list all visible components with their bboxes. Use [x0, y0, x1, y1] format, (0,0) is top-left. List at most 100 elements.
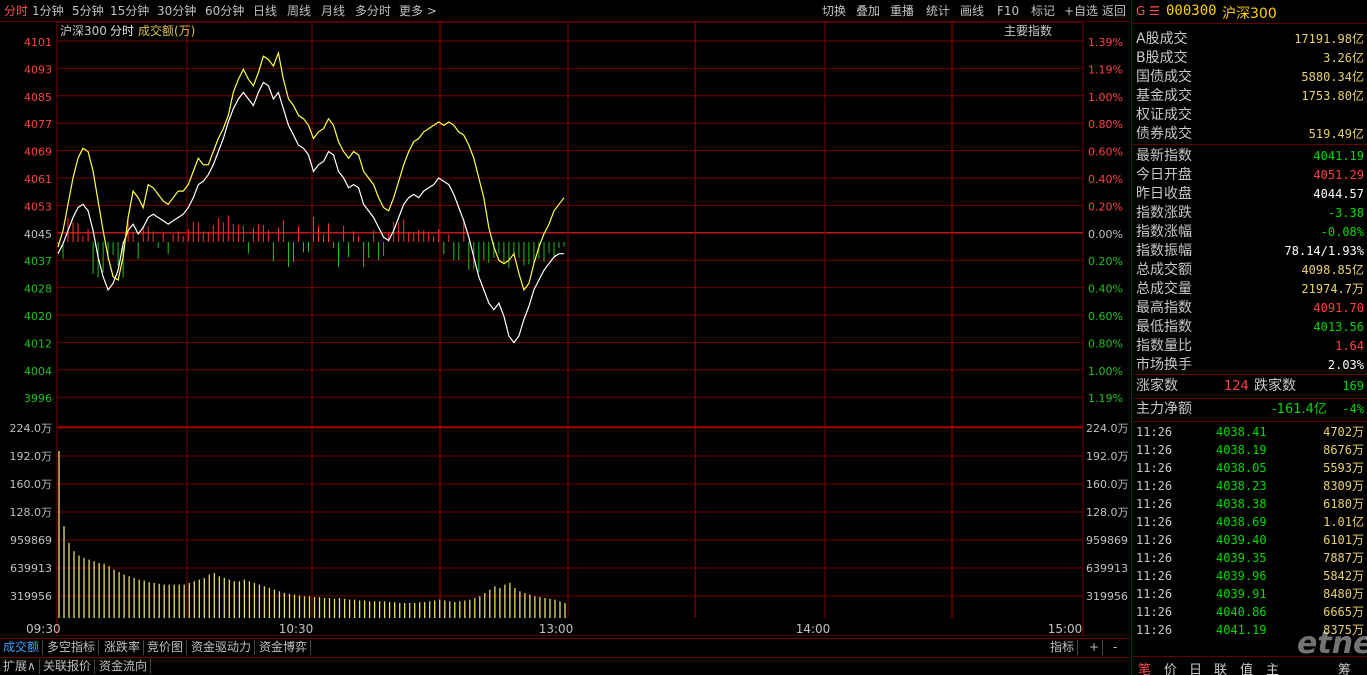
quote-label: 总成交量 — [1136, 281, 1192, 297]
mainforce-row: 主力净额 -161.4亿 -4% — [1132, 400, 1367, 419]
tab-main[interactable]: 主 — [1266, 659, 1279, 675]
tick-row: 11:26 4039.40 6101万 — [1132, 531, 1367, 549]
percent-tick-label: 1.19% — [1088, 63, 1123, 76]
indicator-button[interactable]: 指标 — [1047, 640, 1079, 655]
tick-price: 4038.23 — [1216, 479, 1267, 493]
period-tab-weekly[interactable]: 周线 — [287, 4, 311, 18]
tick-time: 11:26 — [1136, 515, 1173, 529]
period-tab-60min[interactable]: 60分钟 — [205, 4, 244, 18]
overlay-button[interactable]: 叠加 — [856, 4, 880, 18]
back-button[interactable]: 返回 — [1102, 4, 1126, 18]
quote-label: 最新指数 — [1136, 148, 1192, 164]
quote-label: B股成交 — [1136, 50, 1188, 66]
volume-tick-label: 639913 — [10, 562, 52, 575]
volume-tick-label-right: 959869 — [1086, 534, 1128, 547]
quote-label: 市场换手 — [1136, 357, 1192, 373]
quote-row: 指数振幅 78.14/1.93% — [1132, 242, 1367, 261]
tab-capital-game[interactable]: 资金博弈 — [256, 640, 312, 655]
stock-name: 沪深300 — [1222, 6, 1277, 22]
period-tab-30min[interactable]: 30分钟 — [157, 4, 196, 18]
tick-row: 11:26 4039.96 5842万 — [1132, 567, 1367, 585]
menu-icon[interactable]: G ☰ — [1136, 4, 1160, 18]
tick-volume: 6101万 — [1323, 533, 1364, 547]
quote-row: 指数涨幅 -0.08% — [1132, 223, 1367, 242]
tick-volume: 8309万 — [1323, 479, 1364, 493]
period-tab-multi-intraday[interactable]: 多分时 — [355, 4, 391, 18]
tick-price: 4039.96 — [1216, 569, 1267, 583]
percent-tick-label: 0.20% — [1088, 255, 1123, 268]
tab-capital-drive[interactable]: 资金驱动力 — [188, 640, 256, 655]
down-count-label: 跌家数 — [1254, 378, 1296, 394]
intraday-chart[interactable]: 沪深300 分时 成交额(万) 主要指数 4101 4093 4085 4077 406… — [0, 22, 1130, 636]
quote-value: -3.38 — [1327, 206, 1364, 220]
volume-tick-label-right: 128.0万 — [1086, 506, 1129, 519]
f10-button[interactable]: F10 — [997, 4, 1019, 18]
percent-tick-label: 0.00% — [1088, 228, 1123, 241]
quote-value: 78.14/1.93% — [1284, 244, 1364, 258]
quote-label: 债券成交 — [1136, 126, 1192, 142]
tab-related-quotes[interactable]: 关联报价 — [40, 659, 96, 674]
tick-row: 11:26 4038.69 1.01亿 — [1132, 513, 1367, 531]
tick-price: 4039.91 — [1216, 587, 1267, 601]
tab-ticks[interactable]: 笔 — [1138, 659, 1151, 675]
extension-tabs: 扩展∧ 关联报价 资金流向 — [0, 657, 1130, 675]
price-tick-label: 4037 — [24, 255, 52, 268]
zoom-out-button[interactable]: - — [1110, 640, 1120, 655]
quote-label: 基金成交 — [1136, 88, 1192, 104]
replay-button[interactable]: 重播 — [890, 4, 914, 18]
tab-price[interactable]: 价 — [1164, 659, 1177, 675]
add-watchlist-button[interactable]: +自选 — [1064, 4, 1098, 18]
tab-advance-decline[interactable]: 涨跌率 — [101, 640, 145, 655]
tick-time: 11:26 — [1136, 551, 1173, 565]
period-tab-monthly[interactable]: 月线 — [321, 4, 345, 18]
chart-main-index-label: 主要指数 — [1004, 23, 1052, 38]
tab-value[interactable]: 值 — [1240, 659, 1253, 675]
quote-value: 1753.80亿 — [1301, 89, 1364, 103]
up-count-value: 124 — [1224, 379, 1249, 394]
tick-volume: 6180万 — [1323, 497, 1364, 511]
tick-price: 4041.19 — [1216, 623, 1267, 637]
tab-long-short[interactable]: 多空指标 — [44, 640, 100, 655]
period-tab-1min[interactable]: 1分钟 — [32, 4, 64, 18]
quote-value: -0.08% — [1320, 225, 1364, 239]
volume-tick-label: 319956 — [10, 590, 52, 603]
tab-expand[interactable]: 扩展∧ — [0, 659, 40, 674]
period-tab-intraday[interactable]: 分时 — [4, 4, 28, 18]
tab-link[interactable]: 联 — [1214, 659, 1227, 675]
tick-volume: 4702万 — [1323, 425, 1364, 439]
quote-value: 4098.85亿 — [1301, 263, 1364, 277]
draw-line-button[interactable]: 画线 — [960, 4, 984, 18]
quote-label: 最低指数 — [1136, 319, 1192, 335]
breadth-row: 涨家数 124 跌家数 169 — [1132, 377, 1367, 396]
zoom-in-button[interactable]: + — [1086, 640, 1104, 655]
period-tab-5min[interactable]: 5分钟 — [72, 4, 104, 18]
tick-time: 11:26 — [1136, 425, 1173, 439]
tab-turnover[interactable]: 成交额 — [0, 640, 44, 655]
period-tab-daily[interactable]: 日线 — [253, 4, 277, 18]
price-tick-label: 3996 — [24, 392, 52, 405]
volume-tick-label: 224.0万 — [10, 422, 53, 435]
mainforce-percent: -4% — [1342, 402, 1364, 416]
statistics-button[interactable]: 统计 — [926, 4, 950, 18]
divider — [1132, 398, 1367, 399]
quote-row: 国债成交 5880.34亿 — [1132, 68, 1367, 87]
time-tick-label: 10:30 — [279, 622, 314, 636]
tick-time: 11:26 — [1136, 605, 1173, 619]
tab-chips[interactable]: 筹 — [1338, 659, 1351, 675]
volume-tick-label-right: 319956 — [1086, 590, 1128, 603]
quote-value: 1.64 — [1335, 339, 1364, 353]
price-tick-label: 4061 — [24, 173, 52, 186]
mark-button[interactable]: 标记 — [1031, 4, 1055, 18]
time-tick-label: 15:00 — [1048, 622, 1083, 636]
switch-button[interactable]: 切换 — [822, 4, 846, 18]
volume-tick-label: 959869 — [10, 534, 52, 547]
indicator-tabs: 成交额 多空指标 涨跌率 竞价图 资金驱动力 资金博弈 指标 + - — [0, 638, 1130, 656]
price-tick-label: 4085 — [24, 91, 52, 104]
right-panel-tabs: 笔 价 日 联 值 主 筹 — [1132, 656, 1367, 675]
tab-day[interactable]: 日 — [1189, 659, 1202, 675]
tab-auction[interactable]: 竞价图 — [144, 640, 188, 655]
period-tab-more[interactable]: 更多 > — [399, 4, 437, 18]
tab-capital-flow[interactable]: 资金流向 — [96, 659, 152, 674]
quote-label: 指数涨跌 — [1136, 205, 1192, 221]
period-tab-15min[interactable]: 15分钟 — [110, 4, 149, 18]
